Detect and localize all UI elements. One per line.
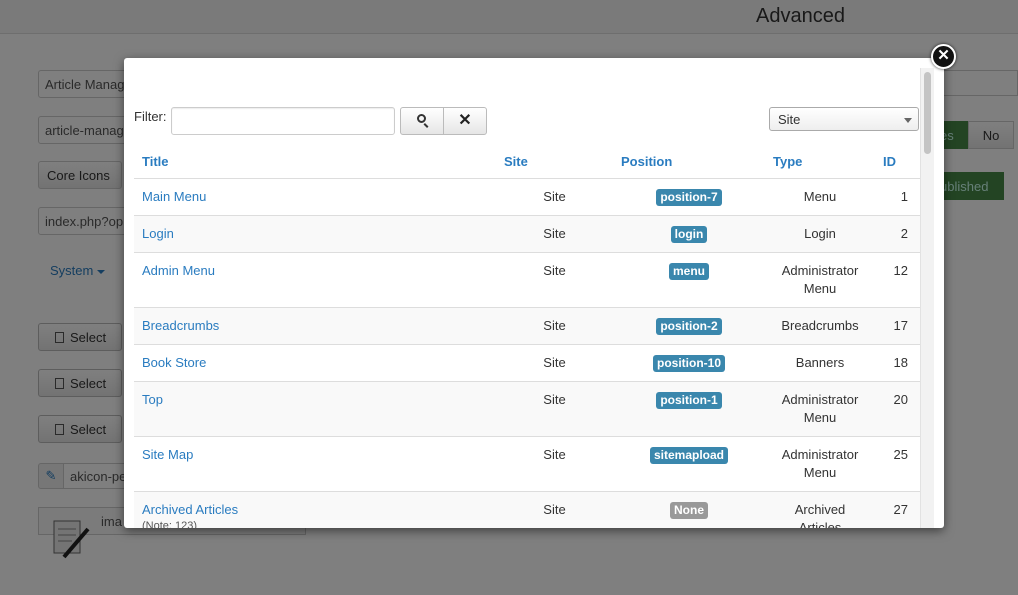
module-title-link[interactable]: Admin Menu	[142, 263, 215, 278]
table-row: Book Store Site position-10 Banners 18	[134, 344, 920, 382]
close-icon: ✕	[937, 47, 950, 64]
modal-close-button[interactable]: ✕	[931, 44, 956, 69]
type-cell: Menu	[765, 178, 875, 216]
type-cell: Administrator Menu	[765, 252, 875, 308]
title-cell: Site Map	[134, 436, 496, 492]
site-cell: Site	[496, 436, 613, 492]
clear-button[interactable]: ✕	[443, 107, 487, 135]
id-cell: 27	[875, 491, 920, 528]
position-cell: position-10	[613, 344, 765, 382]
id-cell: 1	[875, 178, 920, 216]
search-icon	[417, 114, 426, 123]
scrollbar-thumb[interactable]	[924, 72, 931, 154]
type-cell: Archived Articles	[765, 491, 875, 528]
site-cell: Site	[496, 178, 613, 216]
module-title-link[interactable]: Top	[142, 392, 163, 407]
title-cell: Login	[134, 215, 496, 253]
site-cell: Site	[496, 307, 613, 345]
type-cell: Breadcrumbs	[765, 307, 875, 345]
position-badge: position-10	[652, 355, 725, 372]
module-title-link[interactable]: Archived Articles	[142, 502, 238, 517]
type-cell: Administrator Menu	[765, 436, 875, 492]
module-select-modal: Filter: ✕ Site Title Site Position Type …	[124, 58, 944, 528]
type-cell: Administrator Menu	[765, 381, 875, 437]
table-row: Login Site login Login 2	[134, 215, 920, 253]
chevron-down-icon	[904, 118, 912, 123]
title-cell: Breadcrumbs	[134, 307, 496, 345]
position-badge: position-7	[656, 189, 722, 206]
id-cell: 17	[875, 307, 920, 345]
close-icon: ✕	[458, 112, 472, 129]
column-type[interactable]: Type	[765, 148, 875, 179]
position-cell: login	[613, 215, 765, 253]
position-cell: position-2	[613, 307, 765, 345]
module-note: (Note: 123)	[142, 520, 198, 528]
position-cell: menu	[613, 252, 765, 308]
table-row: Site Map Site sitemapload Administrator …	[134, 436, 920, 492]
table-row: Top Site position-1 Administrator Menu 2…	[134, 381, 920, 437]
position-cell: position-7	[613, 178, 765, 216]
position-badge: None	[670, 502, 708, 519]
position-badge: position-2	[656, 318, 722, 335]
column-position[interactable]: Position	[613, 148, 765, 179]
site-cell: Site	[496, 344, 613, 382]
table-header-row: Title Site Position Type ID	[134, 148, 920, 179]
id-cell: 2	[875, 215, 920, 253]
table-row: Archived Articles (Note: 123) Site None A…	[134, 491, 920, 528]
id-cell: 25	[875, 436, 920, 492]
site-cell: Site	[496, 215, 613, 253]
site-cell: Site	[496, 491, 613, 528]
modules-table: Title Site Position Type ID Main Menu Si…	[134, 148, 920, 528]
module-title-link[interactable]: Site Map	[142, 447, 193, 462]
module-title-link[interactable]: Login	[142, 226, 174, 241]
id-cell: 18	[875, 344, 920, 382]
position-badge: position-1	[656, 392, 722, 409]
column-title[interactable]: Title	[134, 148, 496, 179]
title-cell: Top	[134, 381, 496, 437]
column-site[interactable]: Site	[496, 148, 613, 179]
type-cell: Login	[765, 215, 875, 253]
module-title-link[interactable]: Main Menu	[142, 189, 206, 204]
client-select-value: Site	[778, 112, 801, 127]
position-badge: menu	[668, 263, 709, 280]
position-cell: position-1	[613, 381, 765, 437]
search-button[interactable]	[400, 107, 444, 135]
client-select[interactable]: Site	[769, 107, 919, 131]
type-cell: Banners	[765, 344, 875, 382]
site-cell: Site	[496, 252, 613, 308]
module-title-link[interactable]: Book Store	[142, 355, 206, 370]
position-cell: None	[613, 491, 765, 528]
modal-scrollbar[interactable]	[920, 68, 934, 528]
module-title-link[interactable]: Breadcrumbs	[142, 318, 219, 333]
title-cell: Admin Menu	[134, 252, 496, 308]
table-row: Admin Menu Site menu Administrator Menu …	[134, 252, 920, 308]
filter-search-input[interactable]	[171, 107, 395, 135]
position-badge: login	[670, 226, 708, 243]
table-row: Main Menu Site position-7 Menu 1	[134, 178, 920, 216]
site-cell: Site	[496, 381, 613, 437]
filter-label: Filter:	[134, 109, 167, 124]
title-cell: Book Store	[134, 344, 496, 382]
title-cell: Main Menu	[134, 178, 496, 216]
title-cell: Archived Articles (Note: 123)	[134, 491, 496, 528]
id-cell: 20	[875, 381, 920, 437]
column-id[interactable]: ID	[875, 148, 920, 179]
table-row: Breadcrumbs Site position-2 Breadcrumbs …	[134, 307, 920, 345]
position-badge: sitemapload	[649, 447, 729, 464]
id-cell: 12	[875, 252, 920, 308]
position-cell: sitemapload	[613, 436, 765, 492]
